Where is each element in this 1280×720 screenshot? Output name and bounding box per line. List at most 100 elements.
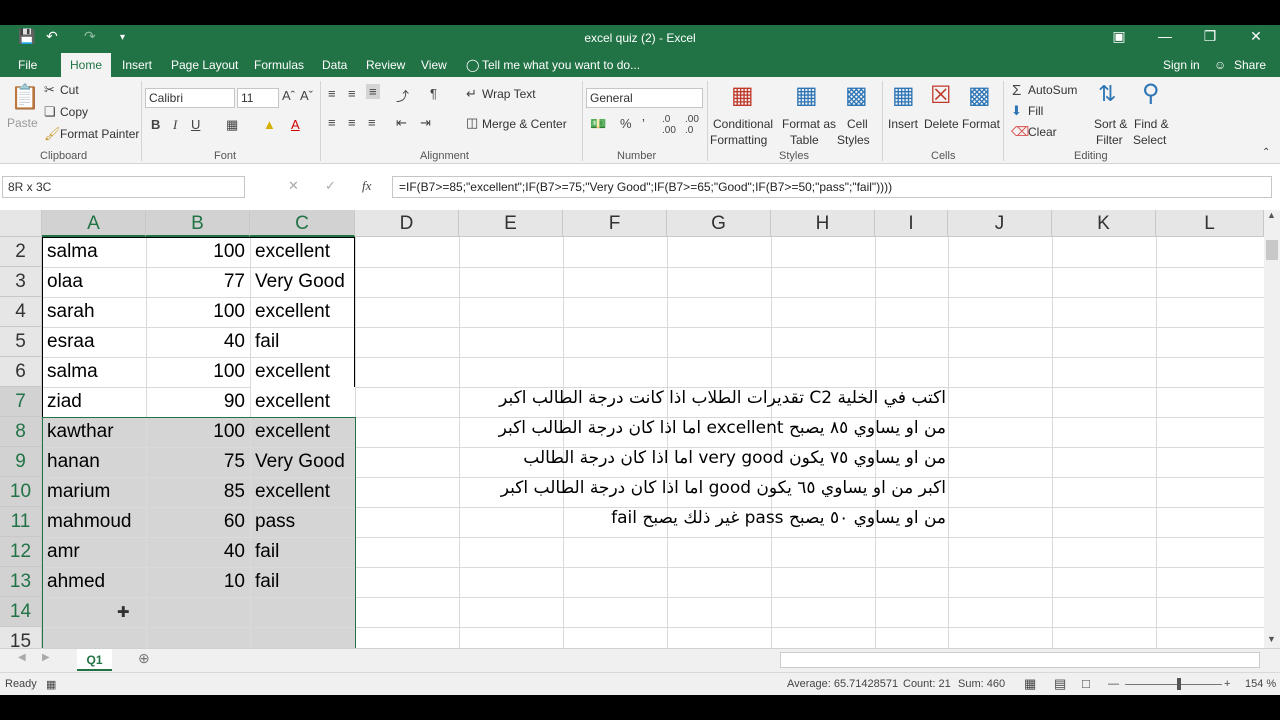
cancel-icon[interactable]: ✕ xyxy=(288,178,299,194)
cell-a6[interactable]: salma xyxy=(43,357,145,387)
insert-cells-button[interactable]: Insert xyxy=(888,117,918,131)
cell-b4[interactable]: 100 xyxy=(147,297,249,327)
ribbon-options-icon[interactable]: ▣ xyxy=(1104,28,1134,45)
comma-icon[interactable]: ’ xyxy=(642,116,645,131)
row-header[interactable]: 14 xyxy=(0,597,42,627)
row-header[interactable]: 15 xyxy=(0,627,42,648)
percent-icon[interactable]: % xyxy=(620,116,632,131)
cell-a9[interactable]: hanan xyxy=(43,447,145,477)
column-header-a[interactable]: A xyxy=(42,210,146,237)
cell-a8[interactable]: kawthar xyxy=(43,417,145,447)
cell-c7-active[interactable]: excellent xyxy=(251,387,355,417)
cell-a12[interactable]: amr xyxy=(43,537,145,567)
orientation-icon[interactable]: ⤴ xyxy=(396,86,409,105)
decrease-font-icon[interactable]: Aˇ xyxy=(300,88,313,103)
scroll-thumb[interactable] xyxy=(1266,240,1278,260)
row-header[interactable]: 7 xyxy=(0,387,42,417)
font-name-select[interactable]: Calibri xyxy=(145,88,235,108)
prev-sheet-icon[interactable]: ◀ xyxy=(18,652,26,663)
font-color-icon[interactable]: A xyxy=(291,117,300,132)
autosum-button[interactable]: AutoSum xyxy=(1028,83,1077,97)
cell-a13[interactable]: ahmed xyxy=(43,567,145,597)
find-select-button[interactable]: Find & xyxy=(1134,117,1169,131)
cell-c13[interactable]: fail xyxy=(251,567,355,597)
cell-c10[interactable]: excellent xyxy=(251,477,355,507)
row-header[interactable]: 12 xyxy=(0,537,42,567)
row-header[interactable]: 9 xyxy=(0,447,42,477)
tab-formulas[interactable]: Formulas xyxy=(254,58,304,72)
cell-b12[interactable]: 40 xyxy=(147,537,249,567)
tab-insert[interactable]: Insert xyxy=(122,58,152,72)
tab-page-layout[interactable]: Page Layout xyxy=(171,58,238,72)
column-header-g[interactable]: G xyxy=(667,210,771,237)
page-layout-view-icon[interactable]: ▤ xyxy=(1054,676,1066,692)
name-box[interactable]: 8R x 3C xyxy=(2,176,245,198)
row-header[interactable]: 2 xyxy=(0,237,42,267)
align-left-icon[interactable]: ≡ xyxy=(328,115,336,130)
restore-icon[interactable]: ❐ xyxy=(1195,28,1225,45)
cell-c3[interactable]: Very Good xyxy=(251,267,355,297)
cell-b11[interactable]: 60 xyxy=(147,507,249,537)
tab-data[interactable]: Data xyxy=(322,58,347,72)
cell-a10[interactable]: marium xyxy=(43,477,145,507)
zoom-level[interactable]: 154 % xyxy=(1245,678,1276,690)
minimize-icon[interactable]: — xyxy=(1150,28,1180,44)
row-header[interactable]: 6 xyxy=(0,357,42,387)
clear-button[interactable]: Clear xyxy=(1028,125,1057,139)
cell-styles-button[interactable]: Cell xyxy=(847,117,868,131)
column-header-c[interactable]: C xyxy=(250,210,355,237)
cell-c6[interactable]: excellent xyxy=(251,357,355,387)
enter-icon[interactable]: ✓ xyxy=(325,178,336,194)
rtl-icon[interactable]: ¶ xyxy=(430,86,437,101)
copy-button[interactable]: Copy xyxy=(60,105,88,119)
cell-a3[interactable]: olaa xyxy=(43,267,145,297)
cell-c9[interactable]: Very Good xyxy=(251,447,355,477)
row-header[interactable]: 8 xyxy=(0,417,42,447)
insert-function-icon[interactable]: fx xyxy=(362,178,371,194)
cell-a5[interactable]: esraa xyxy=(43,327,145,357)
align-bottom-icon[interactable]: ≡ xyxy=(366,84,380,99)
cell-c2[interactable]: excellent xyxy=(251,237,355,267)
cell-b8[interactable]: 100 xyxy=(147,417,249,447)
cell-b10[interactable]: 85 xyxy=(147,477,249,507)
align-top-icon[interactable]: ≡ xyxy=(328,86,336,101)
paste-icon[interactable]: 📋 xyxy=(10,83,40,112)
vertical-scrollbar[interactable]: ▲ ▼ xyxy=(1264,210,1280,648)
zoom-slider-thumb[interactable] xyxy=(1177,678,1181,690)
column-header-f[interactable]: F xyxy=(563,210,667,237)
tab-home[interactable]: Home xyxy=(61,53,112,77)
page-break-view-icon[interactable]: □ xyxy=(1082,676,1090,691)
underline-icon[interactable]: U xyxy=(191,117,200,132)
row-header[interactable]: 5 xyxy=(0,327,42,357)
sign-in-link[interactable]: Sign in xyxy=(1163,58,1200,72)
tell-me-box[interactable]: Tell me what you want to do... xyxy=(482,58,640,72)
cell-c5[interactable]: fail xyxy=(251,327,355,357)
macro-record-icon[interactable]: ▦ xyxy=(46,678,56,691)
horizontal-scrollbar[interactable] xyxy=(780,652,1260,668)
tab-review[interactable]: Review xyxy=(366,58,405,72)
cell-b9[interactable]: 75 xyxy=(147,447,249,477)
normal-view-icon[interactable]: ▦ xyxy=(1024,676,1036,692)
column-header-h[interactable]: H xyxy=(771,210,875,237)
scroll-down-icon[interactable]: ▼ xyxy=(1267,634,1276,644)
cell-b3[interactable]: 77 xyxy=(147,267,249,297)
row-header[interactable]: 13 xyxy=(0,567,42,597)
cell-b2[interactable]: 100 xyxy=(147,237,249,267)
format-cells-button[interactable]: Format xyxy=(962,117,1000,131)
bold-icon[interactable]: B xyxy=(151,117,160,132)
zoom-in-icon[interactable]: + xyxy=(1224,678,1230,690)
number-format-select[interactable]: General xyxy=(586,88,703,108)
borders-icon[interactable]: ▦ xyxy=(226,117,238,133)
wrap-text-button[interactable]: Wrap Text xyxy=(482,87,536,101)
select-all-corner[interactable] xyxy=(0,210,42,237)
tab-view[interactable]: View xyxy=(421,58,447,72)
cell-a2[interactable]: salma xyxy=(43,237,145,267)
italic-icon[interactable]: I xyxy=(173,117,177,133)
fill-color-icon[interactable]: ▲ xyxy=(263,117,276,132)
column-header-l[interactable]: L xyxy=(1156,210,1264,237)
decrease-decimal-icon[interactable]: .00.0 xyxy=(685,114,699,136)
scroll-up-icon[interactable]: ▲ xyxy=(1267,210,1276,220)
cell-c4[interactable]: excellent xyxy=(251,297,355,327)
align-right-icon[interactable]: ≡ xyxy=(368,115,376,130)
column-header-j[interactable]: J xyxy=(948,210,1052,237)
